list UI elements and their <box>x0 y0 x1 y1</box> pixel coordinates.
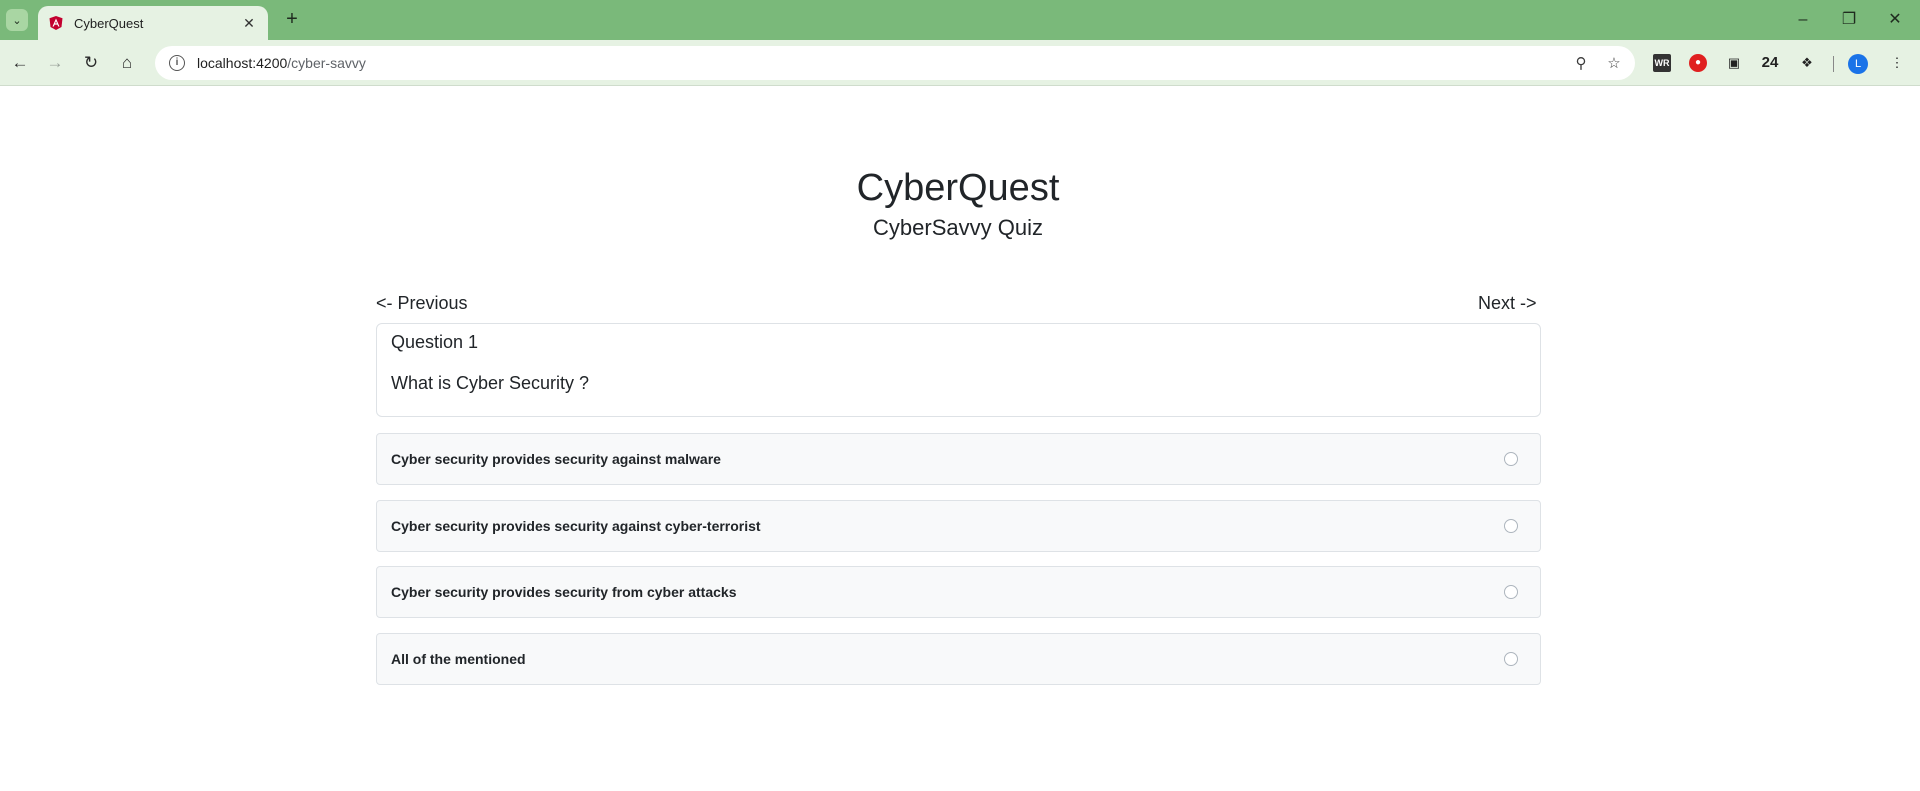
answer-radio[interactable] <box>1504 652 1518 666</box>
url-host: localhost:4200 <box>197 55 288 71</box>
extension-cast-icon[interactable]: ▣ <box>1722 51 1746 75</box>
answer-option[interactable]: All of the mentioned <box>376 633 1541 685</box>
answer-option-label: Cyber security provides security against… <box>391 451 721 467</box>
extension-wr-icon[interactable]: WR <box>1653 54 1671 72</box>
next-button[interactable]: Next -> <box>1478 293 1537 314</box>
extension-red-icon[interactable]: ● <box>1689 54 1707 72</box>
answer-option-label: Cyber security provides security from cy… <box>391 584 737 600</box>
browser-tab[interactable]: CyberQuest ✕ <box>38 6 268 40</box>
app-title: CyberQuest <box>856 167 1060 209</box>
zoom-icon[interactable]: ⚲ <box>1569 52 1593 76</box>
minimize-icon[interactable]: – <box>1785 8 1821 32</box>
forward-icon[interactable]: → <box>43 51 67 75</box>
chevron-down-icon: ⌄ <box>12 14 22 27</box>
back-icon[interactable]: ← <box>8 51 32 75</box>
answer-option[interactable]: Cyber security provides security against… <box>376 433 1541 485</box>
question-text: What is Cyber Security ? <box>391 373 590 393</box>
previous-button[interactable]: <- Previous <box>376 293 468 314</box>
bookmark-star-icon[interactable]: ☆ <box>1602 52 1626 76</box>
answer-radio[interactable] <box>1504 585 1518 599</box>
answer-option[interactable]: Cyber security provides security from cy… <box>376 566 1541 618</box>
tab-title: CyberQuest <box>74 15 144 31</box>
window-close-icon[interactable]: ✕ <box>1877 8 1913 32</box>
question-card: Question 1 What is Cyber Security ? <box>376 323 1541 417</box>
answer-radio[interactable] <box>1504 452 1518 466</box>
tab-search-button[interactable]: ⌄ <box>6 9 28 31</box>
reload-icon[interactable]: ↻ <box>79 51 103 75</box>
page-content: CyberQuest CyberSavvy Quiz <- Previous N… <box>0 87 1920 791</box>
answer-option[interactable]: Cyber security provides security against… <box>376 500 1541 552</box>
browser-tabbar: ⌄ CyberQuest ✕ + – ❐ ✕ <box>0 0 1920 40</box>
extensions-puzzle-icon[interactable]: ❖ <box>1795 51 1819 75</box>
new-tab-button[interactable]: + <box>280 8 304 32</box>
angular-favicon-icon <box>49 16 63 30</box>
address-bar[interactable]: i localhost:4200/cyber-savvy ⚲ ☆ <box>155 46 1635 80</box>
restore-icon[interactable]: ❐ <box>1831 8 1867 32</box>
toolbar-divider <box>1833 56 1834 72</box>
site-info-icon[interactable]: i <box>169 55 185 71</box>
menu-kebab-icon[interactable]: ⋮ <box>1885 51 1909 75</box>
tab-close-icon[interactable]: ✕ <box>240 15 258 32</box>
answer-option-label: Cyber security provides security against… <box>391 518 761 534</box>
answer-radio[interactable] <box>1504 519 1518 533</box>
quiz-subtitle: CyberSavvy Quiz <box>873 215 1043 240</box>
home-icon[interactable]: ⌂ <box>115 51 139 75</box>
answer-option-label: All of the mentioned <box>391 651 526 667</box>
question-number: Question 1 <box>391 332 479 352</box>
extension-badge-counter[interactable]: 24 <box>1758 51 1782 75</box>
url-path: /cyber-savvy <box>287 55 366 71</box>
url-text: localhost:4200/cyber-savvy <box>197 55 366 71</box>
profile-avatar[interactable]: L <box>1848 54 1868 74</box>
browser-toolbar: ← → ↻ ⌂ i localhost:4200/cyber-savvy ⚲ ☆… <box>0 40 1920 86</box>
